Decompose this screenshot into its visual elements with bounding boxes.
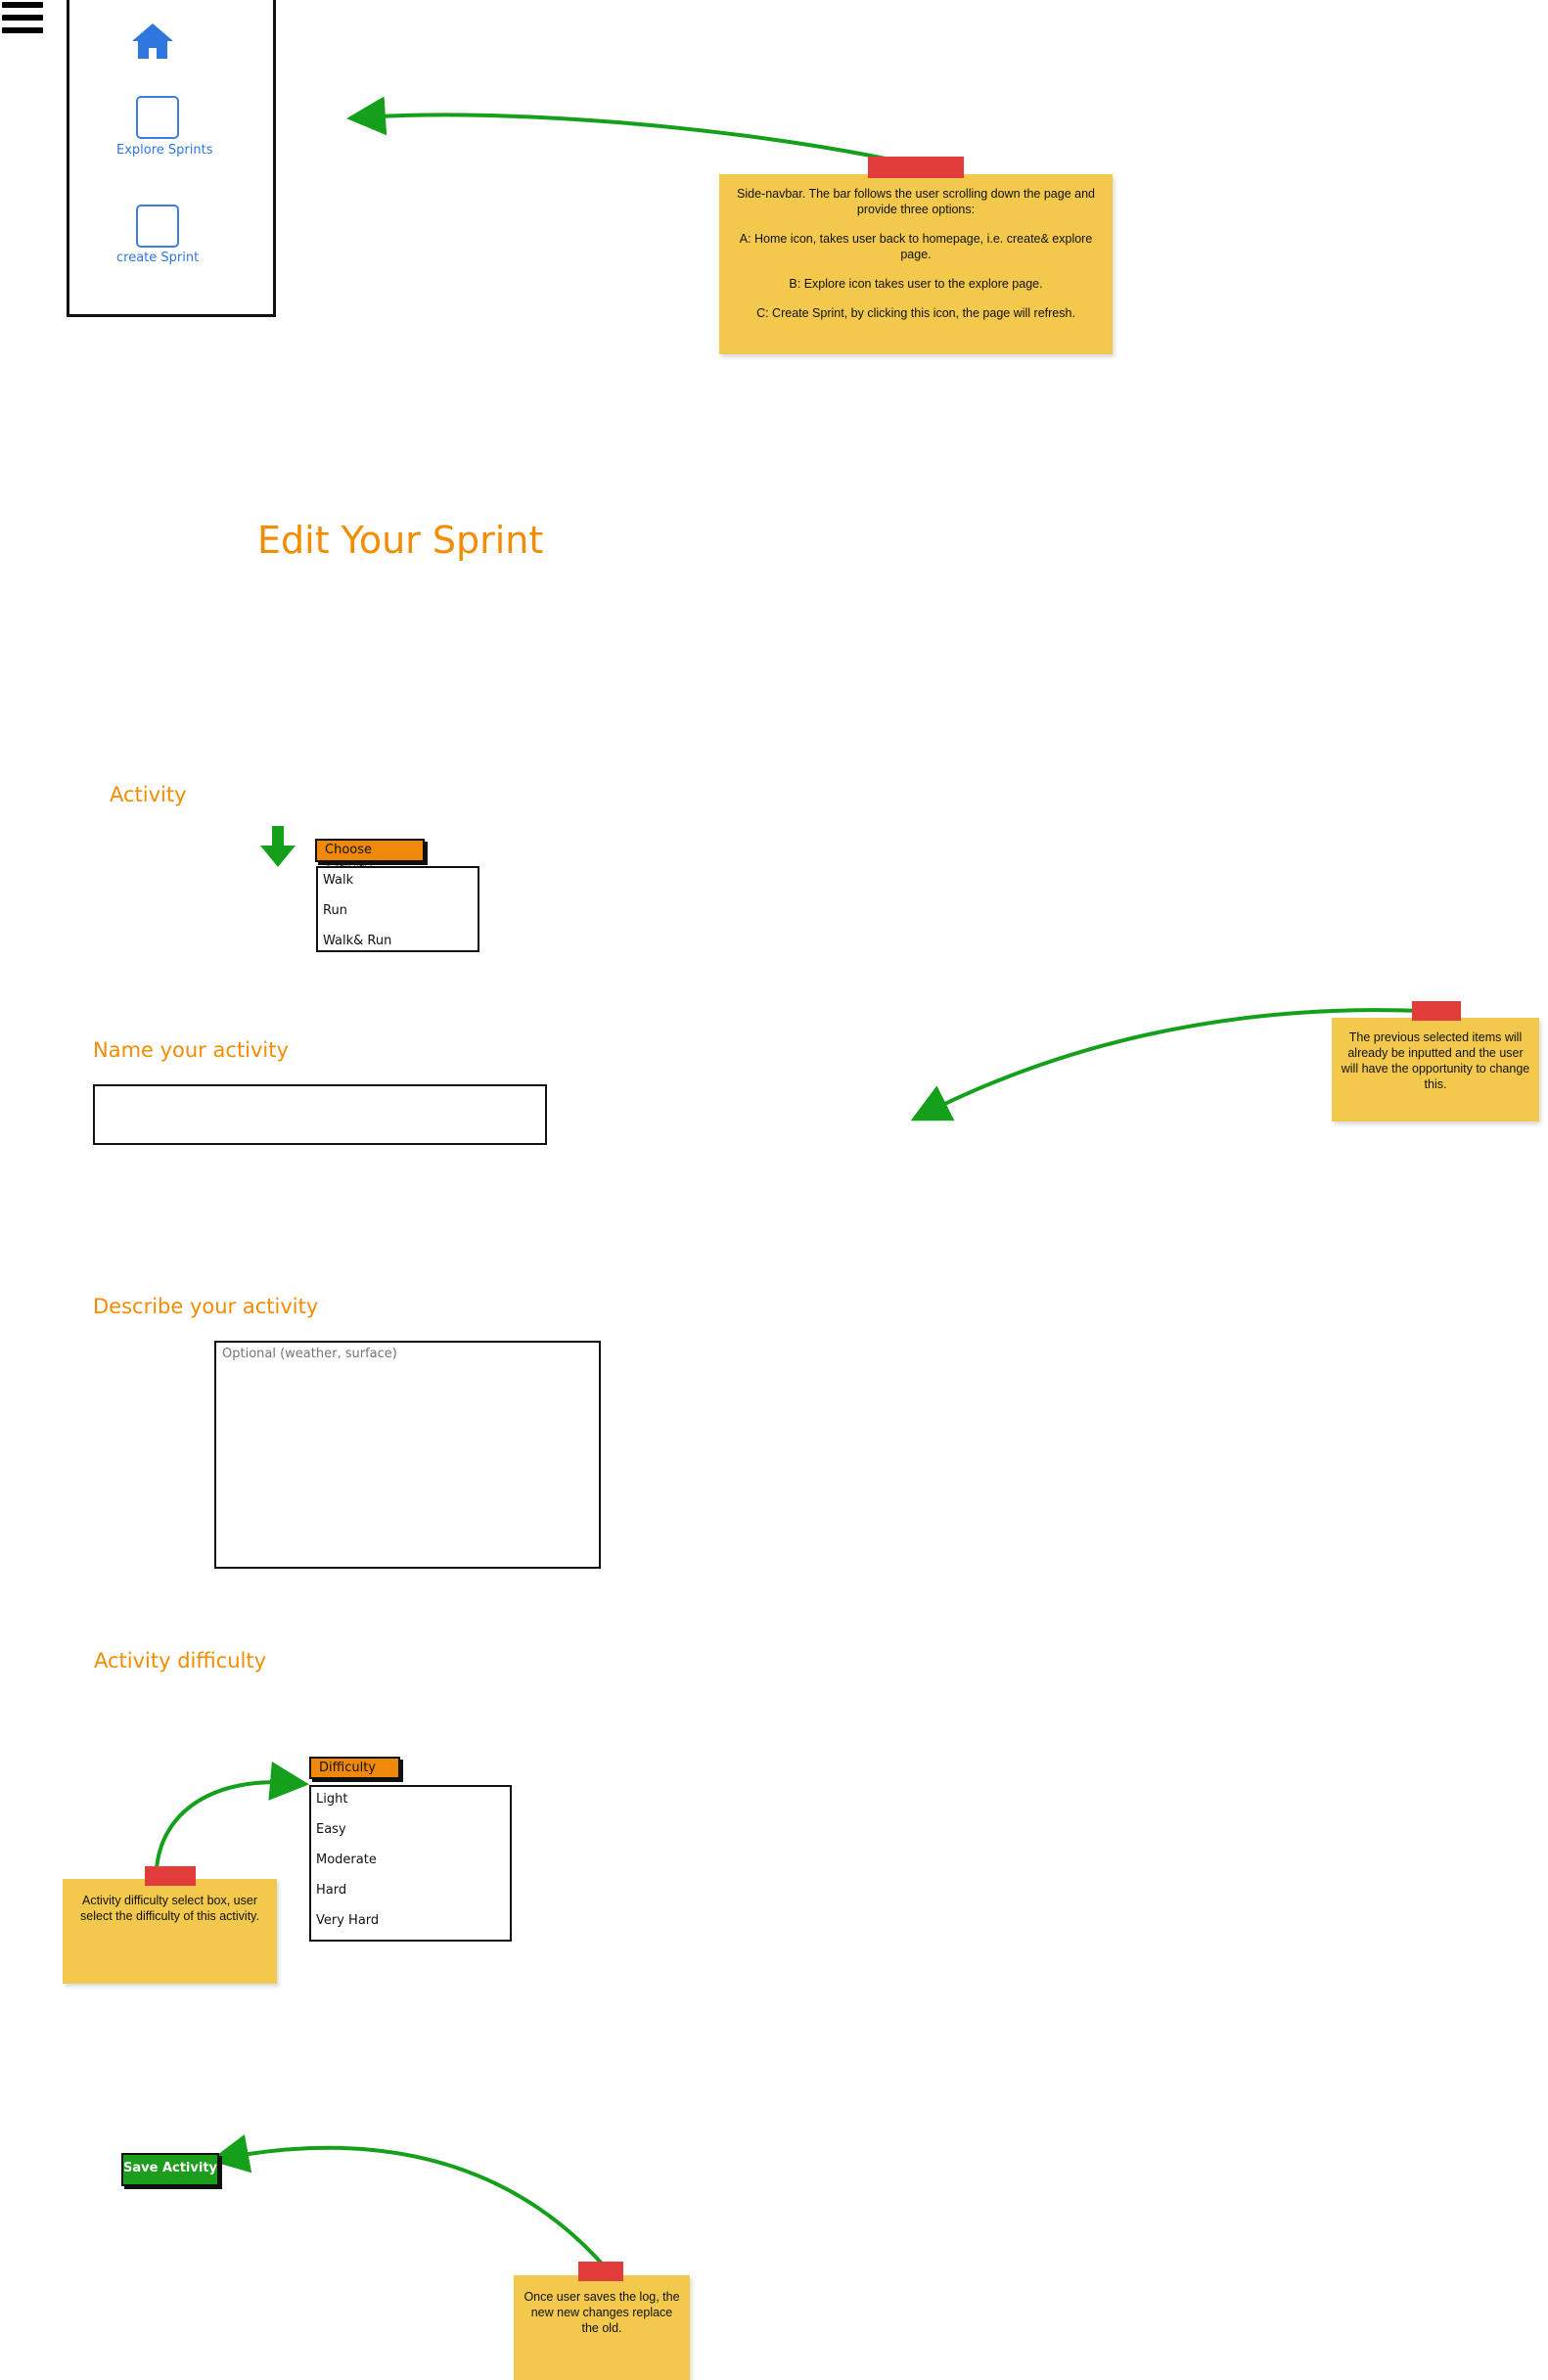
difficulty-option[interactable]: Very Hard	[311, 1911, 510, 1942]
sidebar-sticky-note: Side-navbar. The bar follows the user sc…	[719, 174, 1113, 354]
down-arrow-icon	[260, 826, 296, 867]
save-sticky-note: Once user saves the log, the new new cha…	[514, 2275, 690, 2380]
arrow-save-note	[209, 2133, 604, 2266]
arrow-sidebar-note	[346, 96, 896, 162]
prefill-sticky-note: The previous selected items will already…	[1332, 1018, 1539, 1121]
activity-name-input[interactable]	[93, 1084, 547, 1145]
activity-description-textarea[interactable]	[214, 1341, 601, 1569]
activity-heading: Activity	[110, 783, 187, 806]
difficulty-option[interactable]: Light	[311, 1790, 510, 1820]
tape	[1412, 1001, 1461, 1021]
difficulty-dropdown-header[interactable]: Difficulty	[309, 1757, 400, 1779]
annotation-arrows	[155, 96, 1425, 2266]
difficulty-option[interactable]: Moderate	[311, 1851, 510, 1881]
tape	[145, 1866, 196, 1886]
activity-option[interactable]: Run	[318, 901, 478, 932]
activity-dropdown-header[interactable]: Choose activity	[315, 839, 425, 877]
activity-options-list: Walk Run Walk& Run	[316, 866, 479, 952]
difficulty-options-list: Light Easy Moderate Hard Very Hard	[309, 1785, 512, 1942]
save-activity-button[interactable]: Save Activity	[121, 2153, 219, 2186]
activity-option[interactable]: Walk	[318, 871, 478, 901]
activity-option[interactable]: Walk& Run	[318, 932, 478, 962]
difficulty-heading: Activity difficulty	[94, 1649, 267, 1672]
page-title: Edit Your Sprint	[257, 519, 544, 562]
sidebar-note-line3: B: Explore icon takes user to the explor…	[789, 277, 1043, 291]
tape	[578, 2262, 623, 2281]
name-heading: Name your activity	[93, 1038, 289, 1062]
describe-heading: Describe your activity	[93, 1295, 319, 1318]
sidebar-note-line2: A: Home icon, takes user back to homepag…	[739, 232, 1093, 261]
difficulty-option[interactable]: Easy	[311, 1820, 510, 1851]
difficulty-option[interactable]: Hard	[311, 1881, 510, 1911]
sidebar-note-line1: Side-navbar. The bar follows the user sc…	[737, 187, 1095, 216]
difficulty-sticky-note: Activity difficulty select box, user sel…	[63, 1879, 277, 1984]
sidebar-note-line4: C: Create Sprint, by clicking this icon,…	[756, 306, 1075, 320]
arrow-difficulty-note	[155, 1761, 309, 1870]
tape	[868, 157, 964, 178]
